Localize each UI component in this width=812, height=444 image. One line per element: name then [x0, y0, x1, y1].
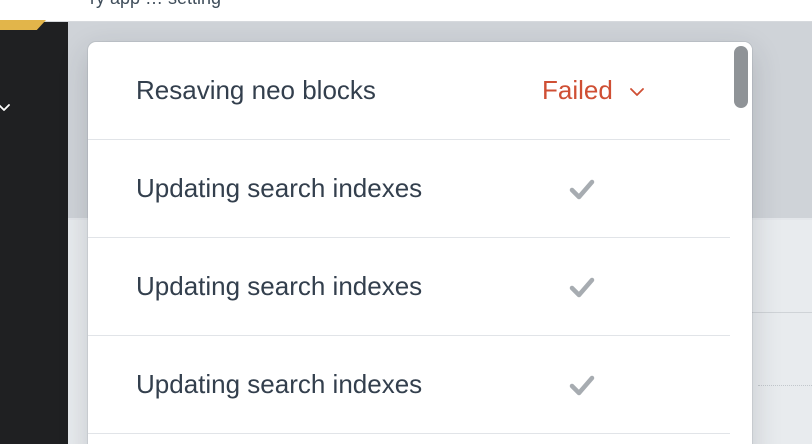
job-description: Resaving neo blocks: [136, 75, 376, 105]
checkmark-icon: [569, 179, 595, 200]
job-list: Resaving neo blocks Failed Updating sear…: [88, 42, 730, 434]
queue-manager-modal: Resaving neo blocks Failed Updating sear…: [88, 42, 752, 444]
job-status-label: Failed: [542, 75, 613, 105]
top-bar-partial-text: ry app … setting: [90, 0, 221, 9]
top-bar: ry app … setting: [0, 0, 812, 22]
job-description: Updating search indexes: [136, 173, 423, 203]
job-description: Updating search indexes: [136, 271, 423, 301]
checkmark-icon: [569, 375, 595, 396]
job-row[interactable]: Updating search indexes: [88, 238, 730, 336]
brand-logo: [0, 20, 46, 30]
divider: [758, 385, 812, 386]
job-row[interactable]: Resaving neo blocks Failed: [88, 42, 730, 140]
chevron-down-icon[interactable]: [0, 100, 12, 116]
job-row[interactable]: Updating search indexes: [88, 336, 730, 434]
job-row[interactable]: Updating search indexes: [88, 140, 730, 238]
chevron-down-icon[interactable]: [629, 87, 645, 97]
checkmark-icon: [569, 277, 595, 298]
job-status-failed-dropdown[interactable]: Failed: [542, 74, 645, 106]
sidebar: [0, 20, 68, 444]
scrollbar-thumb[interactable]: [734, 46, 748, 108]
job-description: Updating search indexes: [136, 369, 423, 399]
